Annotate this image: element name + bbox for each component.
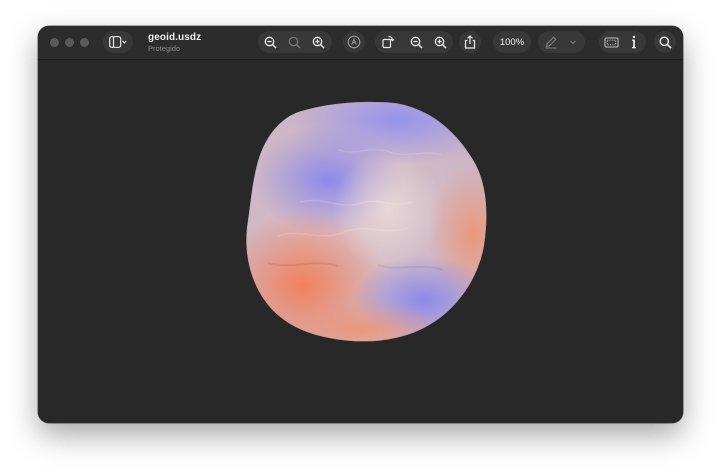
search-icon — [659, 36, 672, 49]
rotate-icon[interactable] — [380, 34, 396, 50]
pen-icon[interactable] — [543, 34, 559, 50]
sidebar-icon — [109, 36, 127, 48]
search-button[interactable] — [654, 31, 676, 53]
geoid-model[interactable] — [38, 60, 683, 423]
zoom-out-icon[interactable] — [262, 34, 278, 50]
preview-window: geoid.usdz Protegido 100% — [38, 26, 683, 423]
info-icon[interactable] — [626, 34, 642, 50]
zoom-window-button[interactable] — [80, 38, 89, 47]
close-button[interactable] — [50, 38, 59, 47]
zoom-in-icon[interactable] — [432, 34, 448, 50]
chevron-down-icon[interactable] — [565, 34, 581, 50]
document-subtitle: Protegido — [148, 44, 181, 53]
zoom-actual-icon[interactable] — [286, 34, 302, 50]
crop-icon[interactable] — [603, 34, 619, 50]
share-button[interactable] — [459, 31, 481, 53]
markup-button[interactable] — [343, 31, 365, 53]
minimize-button[interactable] — [65, 38, 74, 47]
share-icon — [464, 35, 476, 49]
zoom-in-icon[interactable] — [310, 34, 326, 50]
zoom-out-icon[interactable] — [408, 34, 424, 50]
document-title: geoid.usdz — [148, 32, 202, 43]
sidebar-toggle-button[interactable] — [103, 31, 133, 53]
markup-icon — [347, 35, 361, 49]
model-viewport[interactable] — [38, 60, 683, 423]
zoom-level-button[interactable]: 100% — [493, 31, 531, 53]
toolbar: geoid.usdz Protegido 100% — [38, 26, 683, 60]
zoom-level-label: 100% — [499, 36, 525, 48]
